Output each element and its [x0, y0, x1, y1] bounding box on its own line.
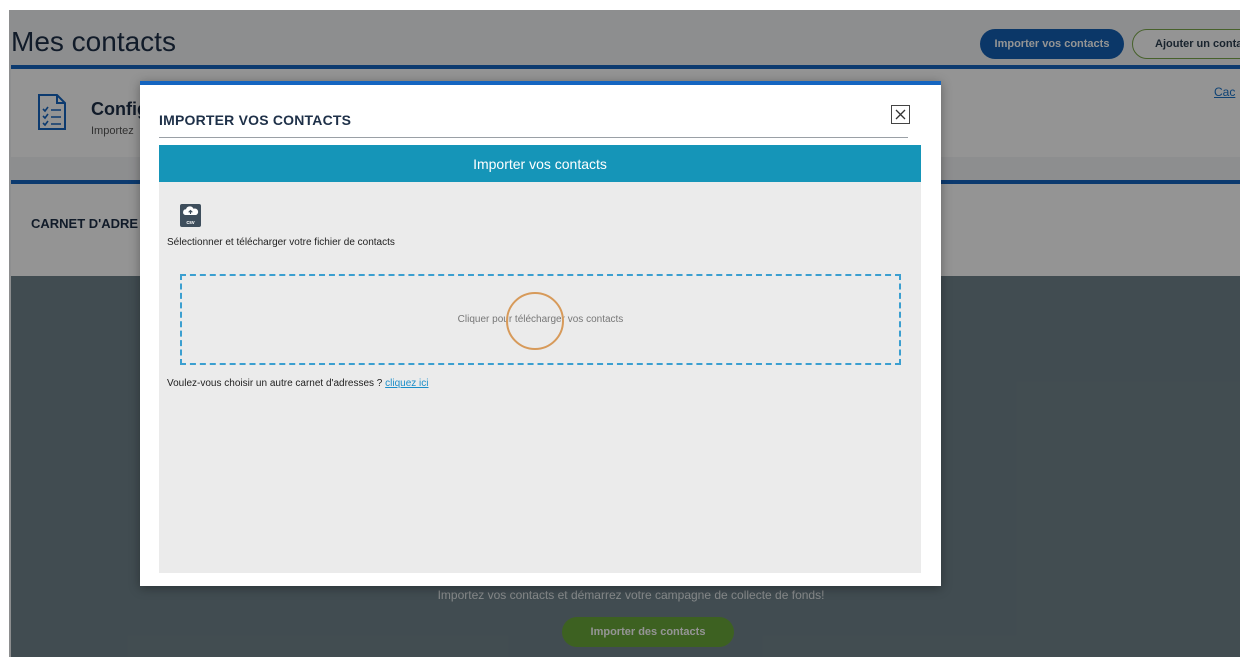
select-file-instruction: Sélectionner et télécharger votre fichie… [167, 237, 395, 248]
csv-icon-label: csv [186, 220, 195, 226]
close-icon [895, 109, 906, 120]
modal-body: Importer vos contacts csv Sélectionner e… [159, 145, 921, 573]
other-address-book-prompt: Voulez-vous choisir un autre carnet d'ad… [167, 378, 429, 389]
modal-divider [159, 137, 908, 138]
import-section-header: Importer vos contacts [159, 145, 921, 182]
csv-cloud-upload-icon: csv [180, 204, 201, 227]
modal-title: IMPORTER VOS CONTACTS [159, 112, 352, 128]
other-address-book-text: Voulez-vous choisir un autre carnet d'ad… [167, 378, 386, 389]
import-contacts-modal: IMPORTER VOS CONTACTS Importer vos conta… [140, 81, 941, 586]
choose-other-address-book-link[interactable]: cliquez ici [385, 378, 428, 389]
dropzone-text: Cliquer pour télécharger vos contacts [457, 314, 624, 325]
upload-dropzone[interactable]: Cliquer pour télécharger vos contacts [180, 274, 901, 365]
close-button[interactable] [891, 105, 910, 124]
